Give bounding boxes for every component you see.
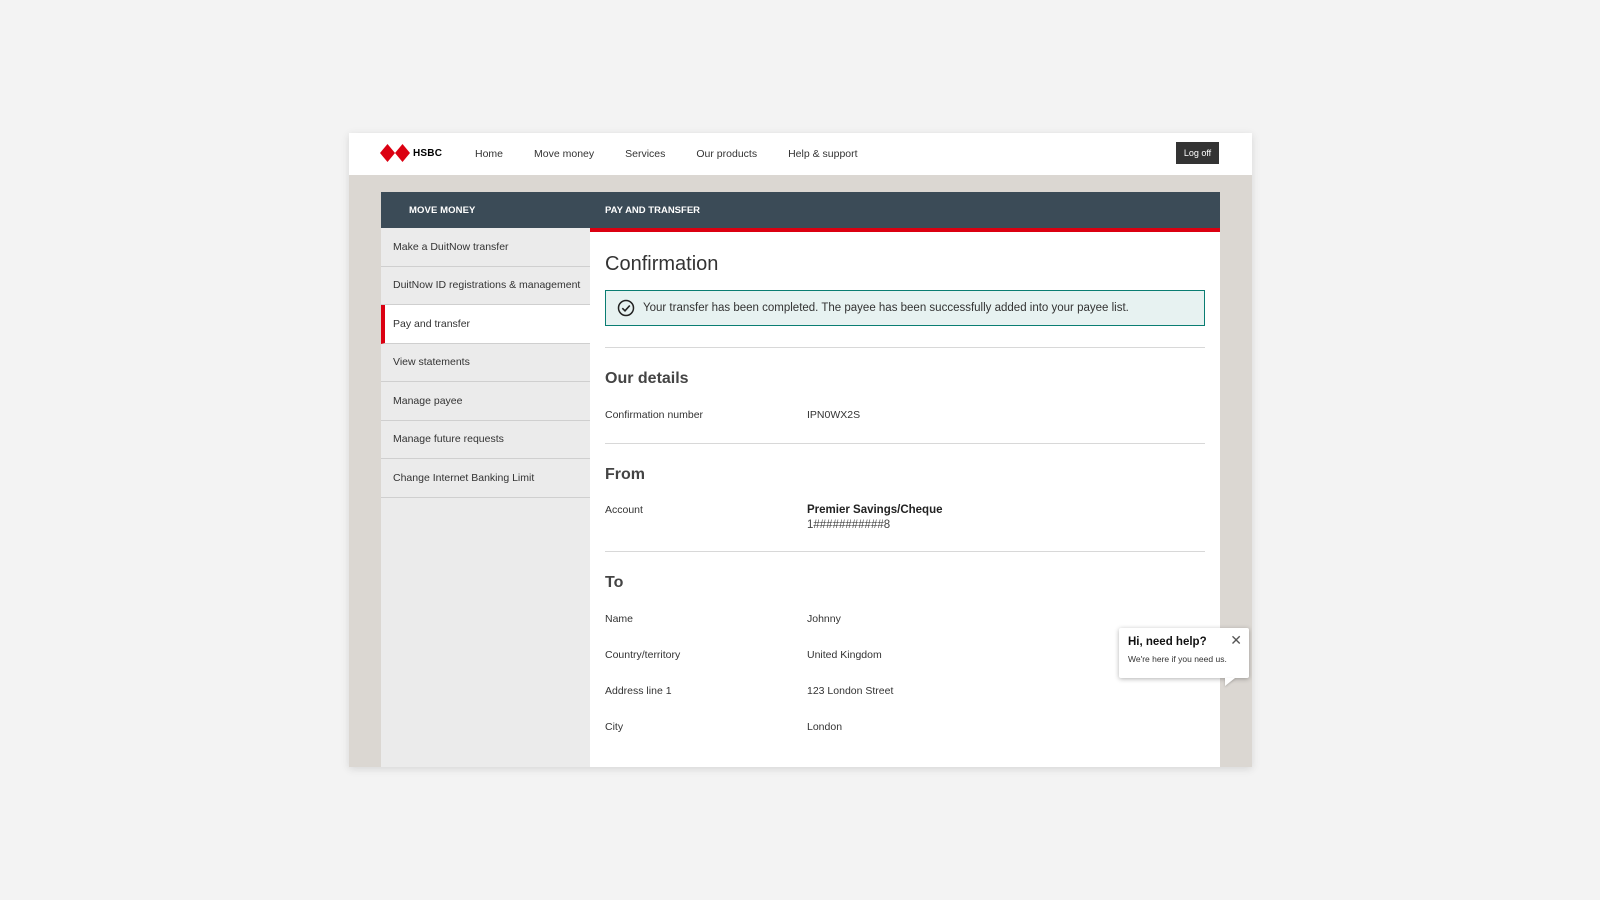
confirmation-number-value: IPN0WX2S xyxy=(807,409,861,421)
country-row: Country/territory United Kingdom xyxy=(605,649,1205,661)
city-row: City London xyxy=(605,721,1205,733)
nav-help-support[interactable]: Help & support xyxy=(788,148,857,160)
sidebar: MOVE MONEY Make a DuitNow transfer DuitN… xyxy=(381,192,590,767)
country-value: United Kingdom xyxy=(807,649,882,661)
to-title: To xyxy=(605,574,624,591)
payee-name-label: Name xyxy=(605,613,634,625)
city-label: City xyxy=(605,721,624,733)
address-value: 123 London Street xyxy=(807,685,894,697)
nav-services[interactable]: Services xyxy=(625,148,665,160)
nav-move-money[interactable]: Move money xyxy=(534,148,594,160)
account-label: Account xyxy=(605,504,643,516)
main-nav: Home Move money Services Our products He… xyxy=(475,133,889,175)
main-panel: PAY AND TRANSFER Confirmation Your trans… xyxy=(590,192,1220,767)
address-label: Address line 1 xyxy=(605,685,672,697)
nav-our-products[interactable]: Our products xyxy=(696,148,757,160)
account-number: 1###########8 xyxy=(807,519,891,531)
from-title: From xyxy=(605,466,645,483)
popup-tail xyxy=(1225,678,1235,686)
main-header: PAY AND TRANSFER xyxy=(590,192,1220,232)
browser-frame: HSBC Home Move money Services Our produc… xyxy=(349,133,1252,767)
check-circle-icon xyxy=(617,299,635,317)
our-details-title: Our details xyxy=(605,370,689,387)
hsbc-hexagon-icon xyxy=(380,144,410,162)
sidebar-item-duitnow-transfer[interactable]: Make a DuitNow transfer xyxy=(381,228,590,267)
divider xyxy=(605,551,1205,552)
confirmation-number-label: Confirmation number xyxy=(605,409,704,421)
account-name: Premier Savings/Cheque xyxy=(807,504,943,516)
success-message: Your transfer has been completed. The pa… xyxy=(643,302,1129,314)
address-row: Address line 1 123 London Street xyxy=(605,685,1205,697)
success-banner: Your transfer has been completed. The pa… xyxy=(605,290,1205,326)
hsbc-logo[interactable]: HSBC xyxy=(380,143,442,163)
city-value: London xyxy=(807,721,843,733)
page-title: Confirmation xyxy=(605,253,719,275)
top-navigation-bar: HSBC Home Move money Services Our produc… xyxy=(349,133,1252,175)
account-row: Account Premier Savings/Cheque 1########… xyxy=(605,504,1205,531)
confirmation-number-row: Confirmation number IPN0WX2S xyxy=(605,409,1205,421)
sidebar-item-manage-payee[interactable]: Manage payee xyxy=(381,382,590,421)
sidebar-title: MOVE MONEY xyxy=(381,192,590,228)
payee-name-value: Johnny xyxy=(807,613,841,625)
payee-name-row: Name Johnny xyxy=(605,613,1205,625)
sidebar-item-pay-and-transfer[interactable]: Pay and transfer xyxy=(381,305,590,344)
help-popup-title: Hi, need help? xyxy=(1128,636,1207,648)
nav-home[interactable]: Home xyxy=(475,148,503,160)
account-value: Premier Savings/Cheque 1###########8 xyxy=(807,504,943,531)
logo-text: HSBC xyxy=(413,147,443,159)
sidebar-item-duitnow-id[interactable]: DuitNow ID registrations & management xyxy=(381,267,590,305)
close-icon[interactable]: ✕ xyxy=(1230,633,1242,647)
country-label: Country/territory xyxy=(605,649,681,661)
divider xyxy=(605,347,1205,348)
logoff-button[interactable]: Log off xyxy=(1176,142,1219,164)
sidebar-item-view-statements[interactable]: View statements xyxy=(381,344,590,382)
help-popup[interactable]: Hi, need help? We're here if you need us… xyxy=(1119,628,1249,686)
divider xyxy=(605,443,1205,444)
help-popup-text: We're here if you need us. xyxy=(1128,654,1227,664)
sidebar-item-manage-future-requests[interactable]: Manage future requests xyxy=(381,421,590,459)
sidebar-item-change-limit[interactable]: Change Internet Banking Limit xyxy=(381,459,590,498)
